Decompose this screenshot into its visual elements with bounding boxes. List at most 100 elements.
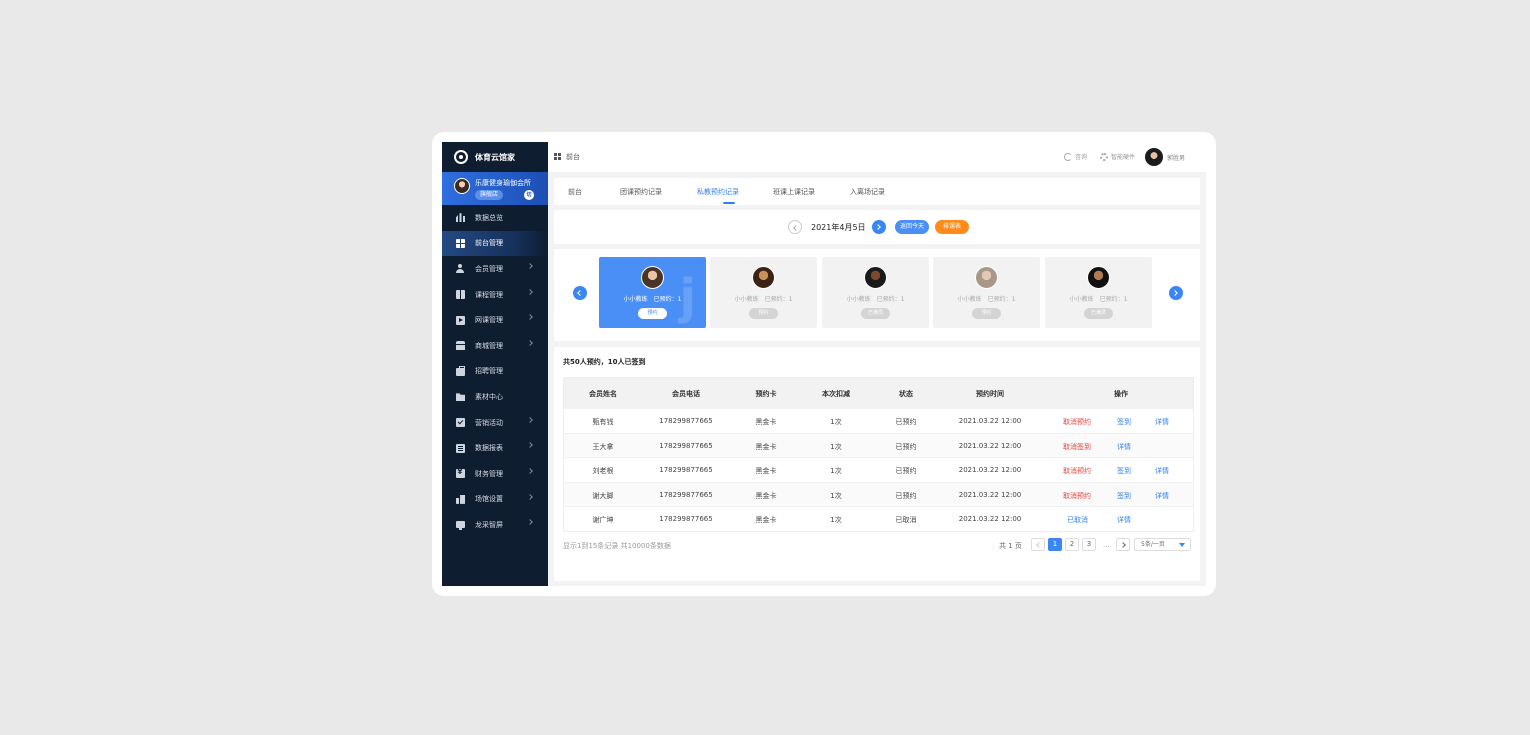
cell-status: 已预约 (895, 418, 917, 426)
coach-card[interactable]: 小小教练 已预约：1 预约 (599, 257, 706, 328)
coach-name: 小小教练 (623, 296, 648, 303)
sidebar-item[interactable]: 财务管理 (442, 461, 548, 487)
booking-records: 共50人预约，10人已签到 会员姓名 会员电话 预约卡 本次扣减 状态 预约时间 操作 甄有… (554, 347, 1200, 581)
cell-deduct: 1次 (830, 516, 842, 524)
tab-item[interactable]: 前台 (568, 187, 582, 197)
page-size-select[interactable]: 5条/一页 (1134, 538, 1191, 551)
sidebar-item[interactable]: 数据报表 (442, 435, 548, 461)
consult-button[interactable]: 咨询 (1064, 152, 1087, 161)
user-name[interactable]: 郭胜男 (1167, 153, 1185, 162)
cell-card: 黑金卡 (755, 467, 777, 475)
coach-card[interactable]: 小小教练 已预约：1 已满员 (1045, 257, 1152, 328)
cell-status: 已预约 (895, 491, 917, 500)
row-action-link[interactable]: 已取消 (1067, 515, 1088, 525)
sidebar-item-label: 数据总览 (475, 213, 503, 222)
sidebar-item-label: 会员管理 (475, 264, 503, 273)
column-header: 本次扣减 (822, 390, 850, 398)
sidebar-item[interactable]: 数据总览 (442, 205, 548, 231)
row-action-link[interactable]: 签到 (1117, 417, 1131, 427)
page-prev-button[interactable] (1031, 538, 1045, 551)
hardware-button[interactable]: 智能硬件 (1100, 152, 1135, 161)
row-action-link[interactable]: 取消签到 (1063, 442, 1091, 452)
row-action-link[interactable]: 详情 (1155, 417, 1169, 427)
row-action-link[interactable]: 详情 (1155, 491, 1169, 501)
page-number-button[interactable]: 3 (1082, 538, 1096, 551)
sidebar-item[interactable]: 龙采智屏 (442, 512, 548, 538)
page-ellipsis: ... (1103, 541, 1110, 549)
tab-item[interactable]: 入离场记录 (850, 187, 885, 197)
coach-card[interactable]: 小小教练 已预约：1 预约 (710, 257, 817, 328)
cell-name: 王大拿 (592, 442, 614, 451)
sidebar-item[interactable]: 前台管理 (442, 230, 548, 257)
page-number-button[interactable]: 2 (1065, 538, 1079, 551)
back-to-today-button[interactable]: 返回今天 (895, 220, 929, 234)
breadcrumb[interactable]: 前台 (566, 152, 580, 162)
coach-card[interactable]: 小小教练 已预约：1 已满员 (822, 257, 929, 328)
sidebar-item[interactable]: 网课管理 (442, 307, 548, 333)
coach-name: 小小教练 (957, 296, 982, 303)
switch-store-icon[interactable]: 切 (524, 190, 534, 200)
cell-status: 已预约 (895, 467, 917, 475)
sidebar-item[interactable]: 场馆设置 (442, 487, 548, 513)
row-action-link[interactable]: 取消预约 (1063, 491, 1091, 501)
records-info: 显示1到15条记录 共10000条数据 (563, 542, 671, 550)
cell-name: 甄有钱 (592, 418, 614, 426)
coach-booked-count: 已预约：1 (764, 296, 793, 303)
coach-card[interactable]: 小小教练 已预约：1 预约 (933, 257, 1040, 328)
previous-day-button[interactable] (788, 220, 802, 234)
full-badge: 已满员 (1084, 308, 1113, 319)
next-day-button[interactable] (872, 220, 886, 234)
store-switcher[interactable]: 乐康健身瑜伽会所 旗舰店 切 (442, 172, 548, 205)
coach-booked-count: 已预约：1 (1099, 296, 1128, 303)
sidebar-item-label: 网课管理 (475, 316, 503, 325)
chevron-right-icon (527, 314, 533, 321)
tab-item[interactable]: 团课预约记录 (620, 187, 662, 197)
column-header: 会员姓名 (589, 390, 617, 398)
tab-item[interactable]: 私教预约记录 (697, 187, 739, 197)
tab-item[interactable]: 班课上课记录 (773, 187, 815, 197)
table-row: 甄有钱 178299877665 黑金卡 1次 已预约 2021.03.22 12:00 取… (564, 408, 1193, 433)
sidebar-item[interactable]: 素材中心 (442, 384, 548, 410)
carousel-next-button[interactable] (1169, 286, 1183, 300)
check-icon (456, 418, 465, 428)
grid-icon (554, 153, 561, 160)
row-action-link[interactable]: 取消预约 (1063, 417, 1091, 427)
sidebar-item[interactable]: 会员管理 (442, 256, 548, 282)
row-action-link[interactable]: 签到 (1117, 466, 1131, 476)
sidebar-item[interactable]: 营销活动 (442, 410, 548, 436)
row-action-link[interactable]: 签到 (1117, 491, 1131, 501)
carousel-prev-button[interactable] (573, 286, 587, 300)
active-tab-indicator (723, 202, 735, 204)
row-action-link[interactable]: 详情 (1155, 466, 1169, 476)
row-action-link[interactable]: 详情 (1117, 442, 1131, 452)
coach-carousel: 小小教练已预约：1预约小小教练已预约：1预约小小教练已预约：1已满员小小教练已预… (554, 249, 1200, 341)
user-avatar[interactable] (1145, 148, 1163, 166)
coach-name: 小小教练 (846, 296, 871, 303)
chevron-right-icon (527, 416, 533, 423)
sidebar-item-label: 招聘管理 (475, 367, 503, 376)
row-action-link[interactable]: 详情 (1117, 515, 1131, 525)
sidebar-item[interactable]: 商城管理 (442, 333, 548, 359)
book-button[interactable]: 预约 (749, 308, 778, 319)
coach-avatar (975, 266, 998, 289)
coach-info: 小小教练 已预约：1 (710, 294, 817, 303)
table-row: 谢大脚 178299877665 黑金卡 1次 已预约 2021.03.22 12:00 取… (564, 481, 1193, 506)
date-bar: 2021年4月5日 返回今天 排课表 (554, 210, 1200, 244)
sidebar-item[interactable]: 课程管理 (442, 282, 548, 308)
cell-card: 黑金卡 (755, 516, 777, 524)
sidebar-item[interactable]: 招聘管理 (442, 359, 548, 385)
money-icon (456, 468, 465, 479)
book-button[interactable]: 预约 (972, 308, 1001, 319)
cell-deduct: 1次 (830, 442, 842, 451)
table-header: 会员姓名 会员电话 预约卡 本次扣减 状态 预约时间 操作 (564, 378, 1193, 408)
store-avatar (454, 178, 470, 194)
book-button[interactable]: 预约 (638, 308, 667, 319)
cell-deduct: 1次 (830, 491, 842, 500)
page-number-button[interactable]: 1 (1048, 538, 1062, 551)
column-header: 操作 (1114, 390, 1128, 398)
cell-phone: 178299877665 (659, 417, 713, 425)
grid-icon (456, 238, 465, 248)
schedule-button[interactable]: 排课表 (935, 220, 969, 234)
page-next-button[interactable] (1116, 538, 1130, 551)
row-action-link[interactable]: 取消预约 (1063, 466, 1091, 476)
